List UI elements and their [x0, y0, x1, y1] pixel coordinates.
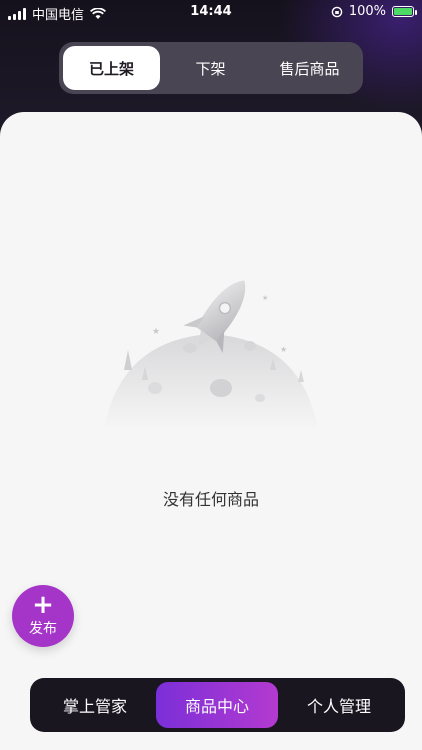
- publish-button[interactable]: + 发布: [12, 585, 74, 647]
- tab-after-sales[interactable]: 售后商品: [261, 46, 358, 90]
- nav-item-personal[interactable]: 个人管理: [278, 682, 400, 728]
- rocket-moon-illustration: ★ ★ ★: [104, 280, 318, 430]
- bottom-nav: 掌上管家 商品中心 个人管理: [30, 678, 405, 732]
- status-bar: 中国电信 14:44 100%: [0, 0, 422, 24]
- publish-label: 发布: [29, 621, 57, 637]
- svg-text:★: ★: [152, 327, 160, 337]
- orientation-lock-icon: [331, 6, 343, 17]
- tab-delisted[interactable]: 下架: [162, 46, 259, 90]
- status-right: 100%: [331, 4, 417, 19]
- battery-percent: 100%: [348, 4, 386, 19]
- battery-icon: [392, 6, 417, 17]
- tab-listed[interactable]: 已上架: [63, 46, 160, 90]
- plus-icon: +: [32, 590, 54, 620]
- nav-item-dashboard[interactable]: 掌上管家: [34, 682, 156, 728]
- svg-text:★: ★: [262, 294, 268, 302]
- status-tabs: 已上架 下架 售后商品: [59, 42, 363, 94]
- nav-item-product-center[interactable]: 商品中心: [156, 682, 278, 728]
- empty-state-message: 没有任何商品: [162, 490, 259, 509]
- svg-text:★: ★: [280, 345, 287, 354]
